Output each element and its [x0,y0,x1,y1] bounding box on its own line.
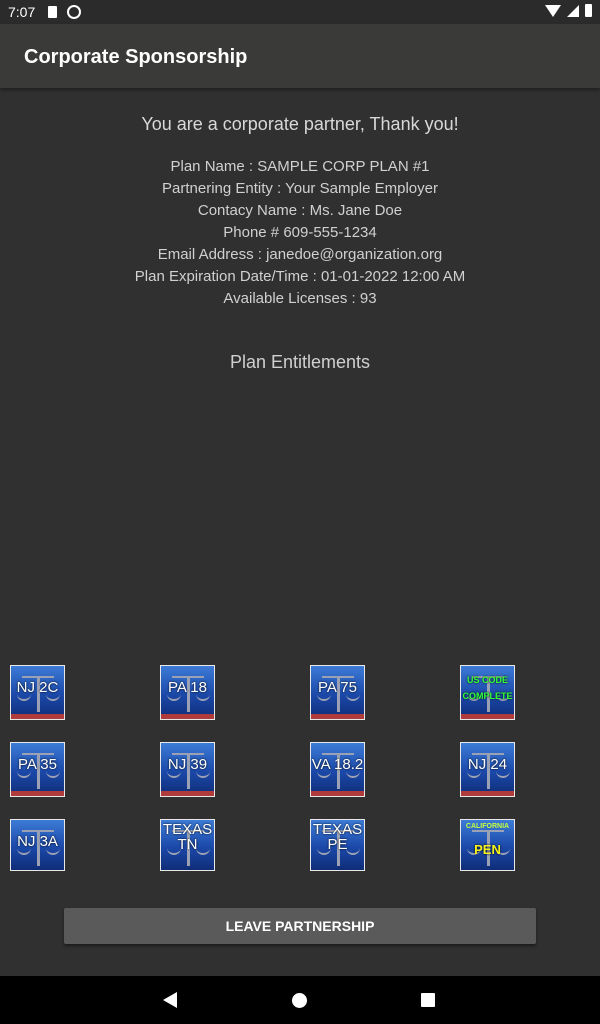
tile-label: VA 18.2 [311,756,364,773]
entitlement-tile[interactable]: PA 18 [160,665,215,720]
entitlement-tile[interactable]: TEXAS PE [310,819,365,871]
entitlement-tile[interactable]: US CODE COMPLETE [460,665,515,720]
page-title: Corporate Sponsorship [24,46,248,68]
tile-label: TEXAS TN [162,821,213,853]
email-address: Email Address : janedoe@organization.org [157,246,443,263]
available-licenses: Available Licenses : 93 [223,290,377,307]
contact-name: Contacy Name : Ms. Jane Doe [197,202,403,219]
home-icon[interactable] [292,993,307,1008]
partnering-entity: Partnering Entity : Your Sample Employer [162,180,438,197]
sd-card-icon [48,6,57,18]
phone-number: Phone # 609-555-1234 [223,224,377,241]
tile-label: NJ 2C [16,679,59,696]
tile-label: PEN [474,842,501,857]
entitlement-tile[interactable]: VA 18.2 [310,742,365,797]
plan-details: Plan Name : SAMPLE CORP PLAN #1 Partneri… [0,156,600,310]
tile-label: PA 75 [318,679,357,696]
battery-icon [585,4,592,17]
tile-sublabel: CALIFORNIA [465,823,510,830]
tile-label: PA 35 [18,756,57,773]
entitlement-tile[interactable]: NJ 39 [160,742,215,797]
status-time: 7:07 [8,4,36,20]
app-bar: Corporate Sponsorship [0,24,600,88]
recents-icon[interactable] [421,993,435,1007]
tile-label: NJ 3A [17,833,58,850]
back-icon[interactable] [163,992,177,1008]
plan-name: Plan Name : SAMPLE CORP PLAN #1 [170,158,430,175]
entitlement-tile[interactable]: CALIFORNIA PEN [460,819,515,871]
tile-label: TEXAS PE [312,821,363,853]
entitlement-tile[interactable]: TEXAS TN [160,819,215,871]
tile-label: NJ 24 [467,756,508,773]
status-bar: 7:07 [0,0,600,24]
navigation-bar [0,976,600,1024]
entitlements-title: Plan Entitlements [229,352,371,372]
status-icons [545,4,592,17]
tile-label: US CODE COMPLETE [462,675,513,701]
plan-expiration: Plan Expiration Date/Time : 01-01-2022 1… [134,268,466,285]
entitlement-tile[interactable]: PA 75 [310,665,365,720]
entitlement-tile[interactable]: NJ 2C [10,665,65,720]
cell-signal-icon [567,4,579,17]
tile-label: PA 18 [168,679,207,696]
entitlement-tile[interactable]: NJ 24 [460,742,515,797]
entitlement-tile[interactable]: PA 35 [10,742,65,797]
tile-label: NJ 39 [167,756,208,773]
leave-partnership-button[interactable]: LEAVE PARTNERSHIP [64,908,536,944]
partner-thanks-text: You are a corporate partner, Thank you! [141,114,459,134]
sync-icon [67,5,81,19]
wifi-icon [545,4,561,17]
entitlement-tile[interactable]: NJ 3A [10,819,65,871]
